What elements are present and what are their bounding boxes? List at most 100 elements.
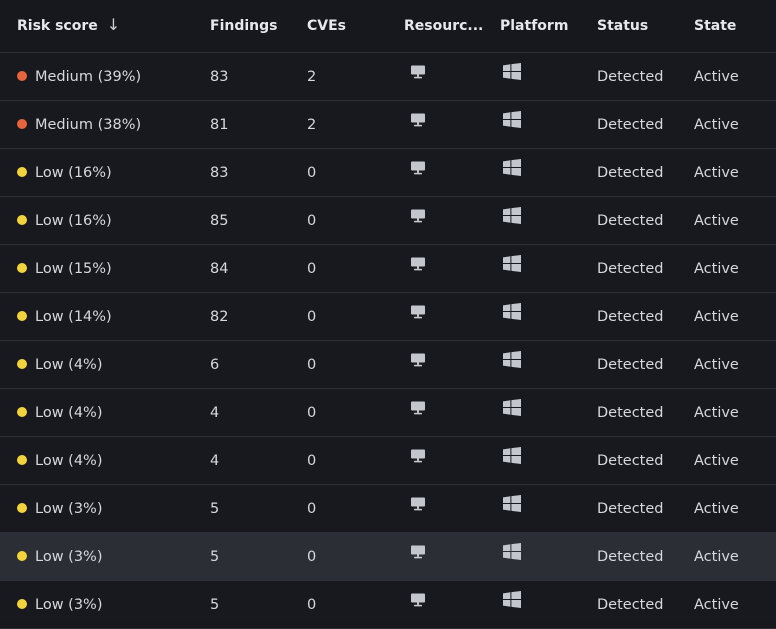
risk-score-text: Low (14%) xyxy=(35,308,112,325)
status-cell: Detected xyxy=(597,548,664,565)
monitor-icon xyxy=(410,593,426,611)
resource-cell xyxy=(404,341,494,388)
status-cell: Detected xyxy=(597,500,664,517)
windows-icon xyxy=(503,111,521,132)
risk-score-text: Low (16%) xyxy=(35,212,112,229)
severity-dot xyxy=(17,358,27,369)
risk-score-cell: Low (16%) xyxy=(17,149,202,196)
table-row[interactable]: Low (16%) 83 0 Detected Active xyxy=(0,149,776,197)
table-row[interactable]: Low (14%) 82 0 Detected Active xyxy=(0,293,776,341)
resource-cell xyxy=(404,581,494,628)
table-row[interactable]: Medium (38%) 81 2 Detected Active xyxy=(0,101,776,149)
platform-cell xyxy=(500,197,590,244)
cves-cell: 0 xyxy=(307,500,317,517)
table-header: Risk score ↓ Findings CVEs Resourc... Pl… xyxy=(0,0,776,53)
table-row[interactable]: Low (4%) 4 0 Detected Active xyxy=(0,389,776,437)
table-row[interactable]: Low (15%) 84 0 Detected Active xyxy=(0,245,776,293)
state-cell: Active xyxy=(694,116,739,133)
monitor-icon xyxy=(410,209,426,227)
findings-cell: 6 xyxy=(210,356,220,373)
risk-score-cell: Low (4%) xyxy=(17,341,202,388)
status-cell: Detected xyxy=(597,260,664,277)
table-row[interactable]: Low (3%) 5 0 Detected Active xyxy=(0,485,776,533)
monitor-icon xyxy=(410,545,426,563)
windows-icon xyxy=(503,591,521,612)
findings-cell: 5 xyxy=(210,548,220,565)
severity-dot xyxy=(17,550,27,561)
severity-dot xyxy=(17,502,27,513)
windows-icon xyxy=(503,303,521,324)
risk-score-cell: Medium (39%) xyxy=(17,53,202,100)
platform-cell xyxy=(500,53,590,100)
resource-cell xyxy=(404,149,494,196)
table-row[interactable]: Low (4%) 4 0 Detected Active xyxy=(0,437,776,485)
windows-icon xyxy=(503,495,521,516)
state-cell: Active xyxy=(694,404,739,421)
column-header-risk-score[interactable]: Risk score ↓ xyxy=(17,0,202,52)
severity-dot xyxy=(17,406,27,417)
monitor-icon xyxy=(410,161,426,179)
platform-cell xyxy=(500,149,590,196)
severity-dot xyxy=(17,310,27,321)
risk-score-cell: Low (14%) xyxy=(17,293,202,340)
table-row[interactable]: Low (4%) 6 0 Detected Active xyxy=(0,341,776,389)
column-header-state[interactable]: State xyxy=(694,0,774,52)
status-cell: Detected xyxy=(597,596,664,613)
status-cell: Detected xyxy=(597,116,664,133)
severity-dot xyxy=(17,214,27,225)
table-row[interactable]: Medium (39%) 83 2 Detected Active xyxy=(0,53,776,101)
monitor-icon xyxy=(410,449,426,467)
severity-dot xyxy=(17,70,27,81)
resource-cell xyxy=(404,389,494,436)
column-header-status[interactable]: Status xyxy=(597,0,687,52)
risk-score-text: Low (4%) xyxy=(35,452,103,469)
cves-cell: 0 xyxy=(307,596,317,613)
status-cell: Detected xyxy=(597,452,664,469)
status-cell: Detected xyxy=(597,308,664,325)
risk-score-cell: Medium (38%) xyxy=(17,101,202,148)
table-row[interactable]: Low (3%) 5 0 Detected Active xyxy=(0,533,776,581)
cves-cell: 0 xyxy=(307,212,317,229)
cves-cell: 0 xyxy=(307,260,317,277)
platform-cell xyxy=(500,293,590,340)
findings-cell: 83 xyxy=(210,164,229,181)
platform-cell xyxy=(500,101,590,148)
cves-cell: 0 xyxy=(307,164,317,181)
column-header-platform[interactable]: Platform xyxy=(500,0,590,52)
monitor-icon xyxy=(410,401,426,419)
severity-dot xyxy=(17,262,27,273)
cves-cell: 0 xyxy=(307,356,317,373)
findings-cell: 81 xyxy=(210,116,229,133)
risk-score-cell: Low (15%) xyxy=(17,245,202,292)
status-cell: Detected xyxy=(597,404,664,421)
windows-icon xyxy=(503,255,521,276)
column-header-cves[interactable]: CVEs xyxy=(307,0,397,52)
cves-cell: 0 xyxy=(307,548,317,565)
arrow-down-icon[interactable]: ↓ xyxy=(107,15,120,34)
risk-score-cell: Low (16%) xyxy=(17,197,202,244)
column-header-resource[interactable]: Resourc... xyxy=(404,0,494,52)
windows-icon xyxy=(503,351,521,372)
findings-cell: 4 xyxy=(210,452,220,469)
windows-icon xyxy=(503,63,521,84)
windows-icon xyxy=(503,543,521,564)
risk-score-cell: Low (4%) xyxy=(17,389,202,436)
column-header-findings[interactable]: Findings xyxy=(210,0,300,52)
table-row[interactable]: Low (16%) 85 0 Detected Active xyxy=(0,197,776,245)
resource-cell xyxy=(404,197,494,244)
table-row[interactable]: Low (3%) 5 0 Detected Active xyxy=(0,581,776,629)
state-cell: Active xyxy=(694,452,739,469)
risk-score-text: Low (3%) xyxy=(35,548,103,565)
monitor-icon xyxy=(410,353,426,371)
windows-icon xyxy=(503,159,521,180)
cves-cell: 2 xyxy=(307,116,317,133)
risk-score-text: Low (15%) xyxy=(35,260,112,277)
risk-score-text: Medium (38%) xyxy=(35,116,142,133)
resource-cell xyxy=(404,533,494,580)
risk-score-text: Low (4%) xyxy=(35,356,103,373)
cves-cell: 0 xyxy=(307,404,317,421)
platform-cell xyxy=(500,485,590,532)
risk-score-text: Low (3%) xyxy=(35,500,103,517)
cves-cell: 2 xyxy=(307,68,317,85)
risk-score-cell: Low (3%) xyxy=(17,485,202,532)
